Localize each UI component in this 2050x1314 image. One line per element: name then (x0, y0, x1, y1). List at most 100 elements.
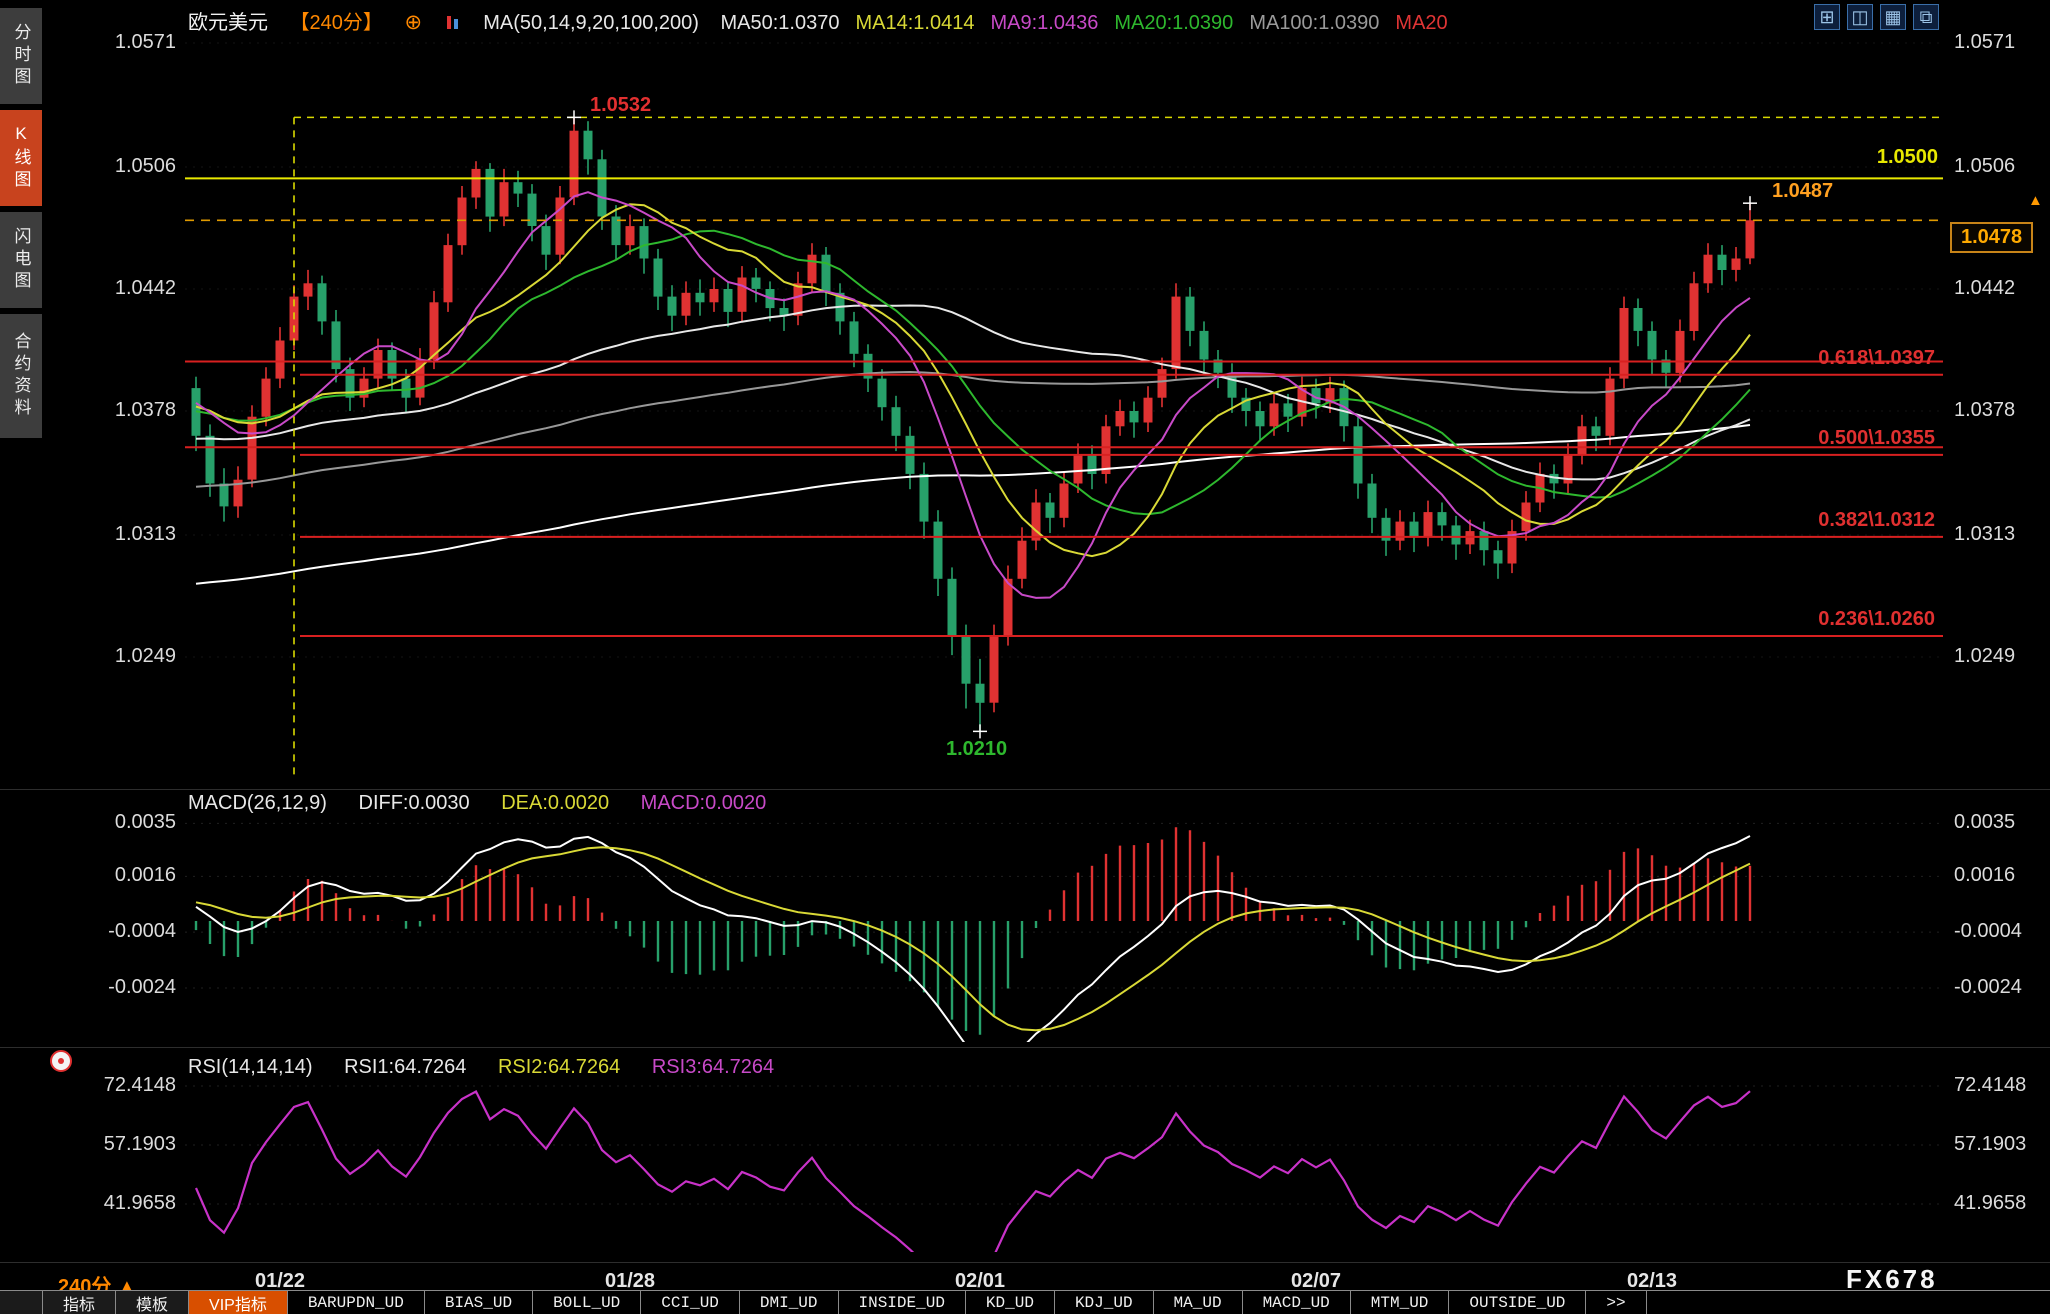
toolbar-tab-kdud[interactable]: KD_UD (966, 1291, 1055, 1314)
toolbar-tab->>[interactable]: >> (1586, 1291, 1646, 1314)
fib-level-label: 0.618\1.0397 (1635, 347, 1935, 370)
low-price-label: 1.0210 (946, 738, 1007, 761)
timeframe-label: 【240分】 (290, 12, 383, 34)
price-tick-label: 1.0506 (42, 155, 176, 178)
price-tick-label: 1.0442 (1954, 277, 2015, 300)
layout-icon-row: ⊞ ◫ ▦ ⧉ (1814, 4, 1939, 30)
ma-readouts: MA50:1.0370 MA14:1.0414 MA9:1.0436 MA20:1.0… (721, 12, 1464, 34)
panel-separator (0, 1262, 2050, 1263)
macd-header: MACD(26,12,9) DIFF:0.0030 DEA:0.0020 MAC… (188, 792, 792, 815)
toolbar-tab-macdud[interactable]: MACD_UD (1243, 1291, 1351, 1314)
ma-settings-label: MA(50,14,9,20,100,200) (483, 12, 699, 34)
indicator-toolbar: 指标模板VIP指标BARUPDN_UDBIAS_UDBOLL_UDCCI_UDD… (0, 1290, 2050, 1314)
toolbar-tab-maud[interactable]: MA_UD (1154, 1291, 1243, 1314)
price-marker-arrow-icon: ▲ (2028, 192, 2043, 209)
rsi-header: RSI(14,14,14) RSI1:64.7264 RSI2:64.7264 … (188, 1056, 800, 1079)
rsi-tick-label: 41.9658 (42, 1192, 176, 1215)
rsi-tick-label: 57.1903 (42, 1133, 176, 1156)
panel-separator (0, 1047, 2050, 1048)
chart-style-icon[interactable]: ▦ (1880, 4, 1906, 30)
macd-tick-label: -0.0004 (1954, 920, 2022, 943)
toolbar-spacer (0, 1291, 43, 1314)
current-price-box: 1.0478 (1950, 222, 2033, 253)
date-label: 01/28 (605, 1270, 655, 1293)
macd-tick-label: -0.0024 (1954, 976, 2022, 999)
chart-canvas[interactable] (0, 0, 2050, 1314)
toolbar-tab-kdjud[interactable]: KDJ_UD (1055, 1291, 1154, 1314)
peak-price-label: 1.0532 (590, 94, 651, 117)
toolbar-tab-mtmud[interactable]: MTM_UD (1351, 1291, 1450, 1314)
price-tick-label: 1.0571 (42, 31, 176, 54)
last-high-price-label: 1.0487 (1772, 180, 1833, 203)
chart-header: 欧元美元 【240分】 ⊕ MA(50,14,9,20,100,200) MA5… (188, 6, 1480, 35)
ma-readout-1: MA14:1.0414 (855, 12, 974, 34)
price-tick-label: 1.0506 (1954, 155, 2015, 178)
kline-icon (444, 14, 462, 32)
rsi1-readout: RSI1:64.7264 (344, 1056, 466, 1078)
macd-tick-label: 0.0016 (42, 864, 176, 887)
toolbar-tab-biasud[interactable]: BIAS_UD (425, 1291, 533, 1314)
price-tick-label: 1.0313 (42, 523, 176, 546)
rsi-tick-label: 72.4148 (42, 1074, 176, 1097)
price-tick-label: 1.0249 (42, 645, 176, 668)
price-tick-label: 1.0313 (1954, 523, 2015, 546)
toolbar-tab-cn-1[interactable]: 模板 (116, 1291, 189, 1314)
price-tick-label: 1.0249 (1954, 645, 2015, 668)
add-indicator-icon[interactable]: ⊕ (405, 11, 423, 34)
symbol-name: 欧元美元 (188, 12, 268, 34)
macd-tick-label: 0.0035 (42, 811, 176, 834)
macd-tick-label: 0.0035 (1954, 811, 2015, 834)
macd-dea-readout: DEA:0.0020 (501, 792, 609, 814)
ma-readout-5: MA20 (1395, 12, 1447, 34)
toolbar-tab-outsideud[interactable]: OUTSIDE_UD (1449, 1291, 1586, 1314)
toolbar-tab-insideud[interactable]: INSIDE_UD (839, 1291, 966, 1314)
toolbar-tab-cciud[interactable]: CCI_UD (641, 1291, 740, 1314)
date-label: 02/13 (1627, 1270, 1677, 1293)
macd-tick-label: -0.0024 (42, 976, 176, 999)
target-icon[interactable] (50, 1050, 72, 1072)
price-tick-label: 1.0378 (1954, 399, 2015, 422)
fib-level-label: 0.382\1.0312 (1635, 509, 1935, 532)
popout-window-icon[interactable]: ⧉ (1913, 4, 1939, 30)
toolbar-tab-dmiud[interactable]: DMI_UD (740, 1291, 839, 1314)
macd-tick-label: 0.0016 (1954, 864, 2015, 887)
left-sidebar: 分时图 K线图闪电图合约资料 (0, 0, 42, 1314)
date-label: 02/01 (955, 1270, 1005, 1293)
trading-terminal: 分时图 K线图闪电图合约资料 欧元美元 【240分】 ⊕ MA(50,14,9,2… (0, 0, 2050, 1314)
split-panel-icon[interactable]: ◫ (1847, 4, 1873, 30)
fib-level-label: 0.236\1.0260 (1635, 608, 1935, 631)
toolbar-tab-vip[interactable]: VIP指标 (189, 1291, 288, 1314)
ma-readout-3: MA20:1.0390 (1114, 12, 1233, 34)
macd-hist-readout: MACD:0.0020 (641, 792, 767, 814)
ma-readout-2: MA9:1.0436 (990, 12, 1098, 34)
toolbar-tab-cn-0[interactable]: 指标 (43, 1291, 116, 1314)
fib-level-label: 0.500\1.0355 (1635, 427, 1935, 450)
rsi-layer (185, 1086, 1943, 1298)
date-label: 02/07 (1291, 1270, 1341, 1293)
rsi-tick-label: 41.9658 (1954, 1192, 2026, 1215)
resistance-price-label: 1.0500 (1640, 146, 1938, 169)
sidebar-tab-3[interactable]: 合约资料 (0, 314, 42, 438)
sidebar-tab-1[interactable]: K线图 (0, 110, 42, 206)
macd-diff-readout: DIFF:0.0030 (359, 792, 470, 814)
price-tick-label: 1.0571 (1954, 31, 2015, 54)
ma-readout-0: MA50:1.0370 (721, 12, 840, 34)
rsi-title: RSI(14,14,14) (188, 1056, 313, 1078)
macd-layer (185, 823, 1943, 1064)
rsi3-readout: RSI3:64.7264 (652, 1056, 774, 1078)
grid-layout-icon[interactable]: ⊞ (1814, 4, 1840, 30)
price-tick-label: 1.0378 (42, 399, 176, 422)
date-label: 01/22 (255, 1270, 305, 1293)
macd-tick-label: -0.0004 (42, 920, 176, 943)
toolbar-tab-barupdnud[interactable]: BARUPDN_UD (288, 1291, 425, 1314)
rsi2-readout: RSI2:64.7264 (498, 1056, 620, 1078)
sidebar-tab-0[interactable]: 分时图 (0, 8, 42, 104)
price-tick-label: 1.0442 (42, 277, 176, 300)
rsi-tick-label: 72.4148 (1954, 1074, 2026, 1097)
ma-readout-4: MA100:1.0390 (1249, 12, 1379, 34)
macd-title: MACD(26,12,9) (188, 792, 327, 814)
rsi-tick-label: 57.1903 (1954, 1133, 2026, 1156)
toolbar-tab-bollud[interactable]: BOLL_UD (533, 1291, 641, 1314)
panel-separator (0, 789, 2050, 790)
sidebar-tab-2[interactable]: 闪电图 (0, 212, 42, 308)
